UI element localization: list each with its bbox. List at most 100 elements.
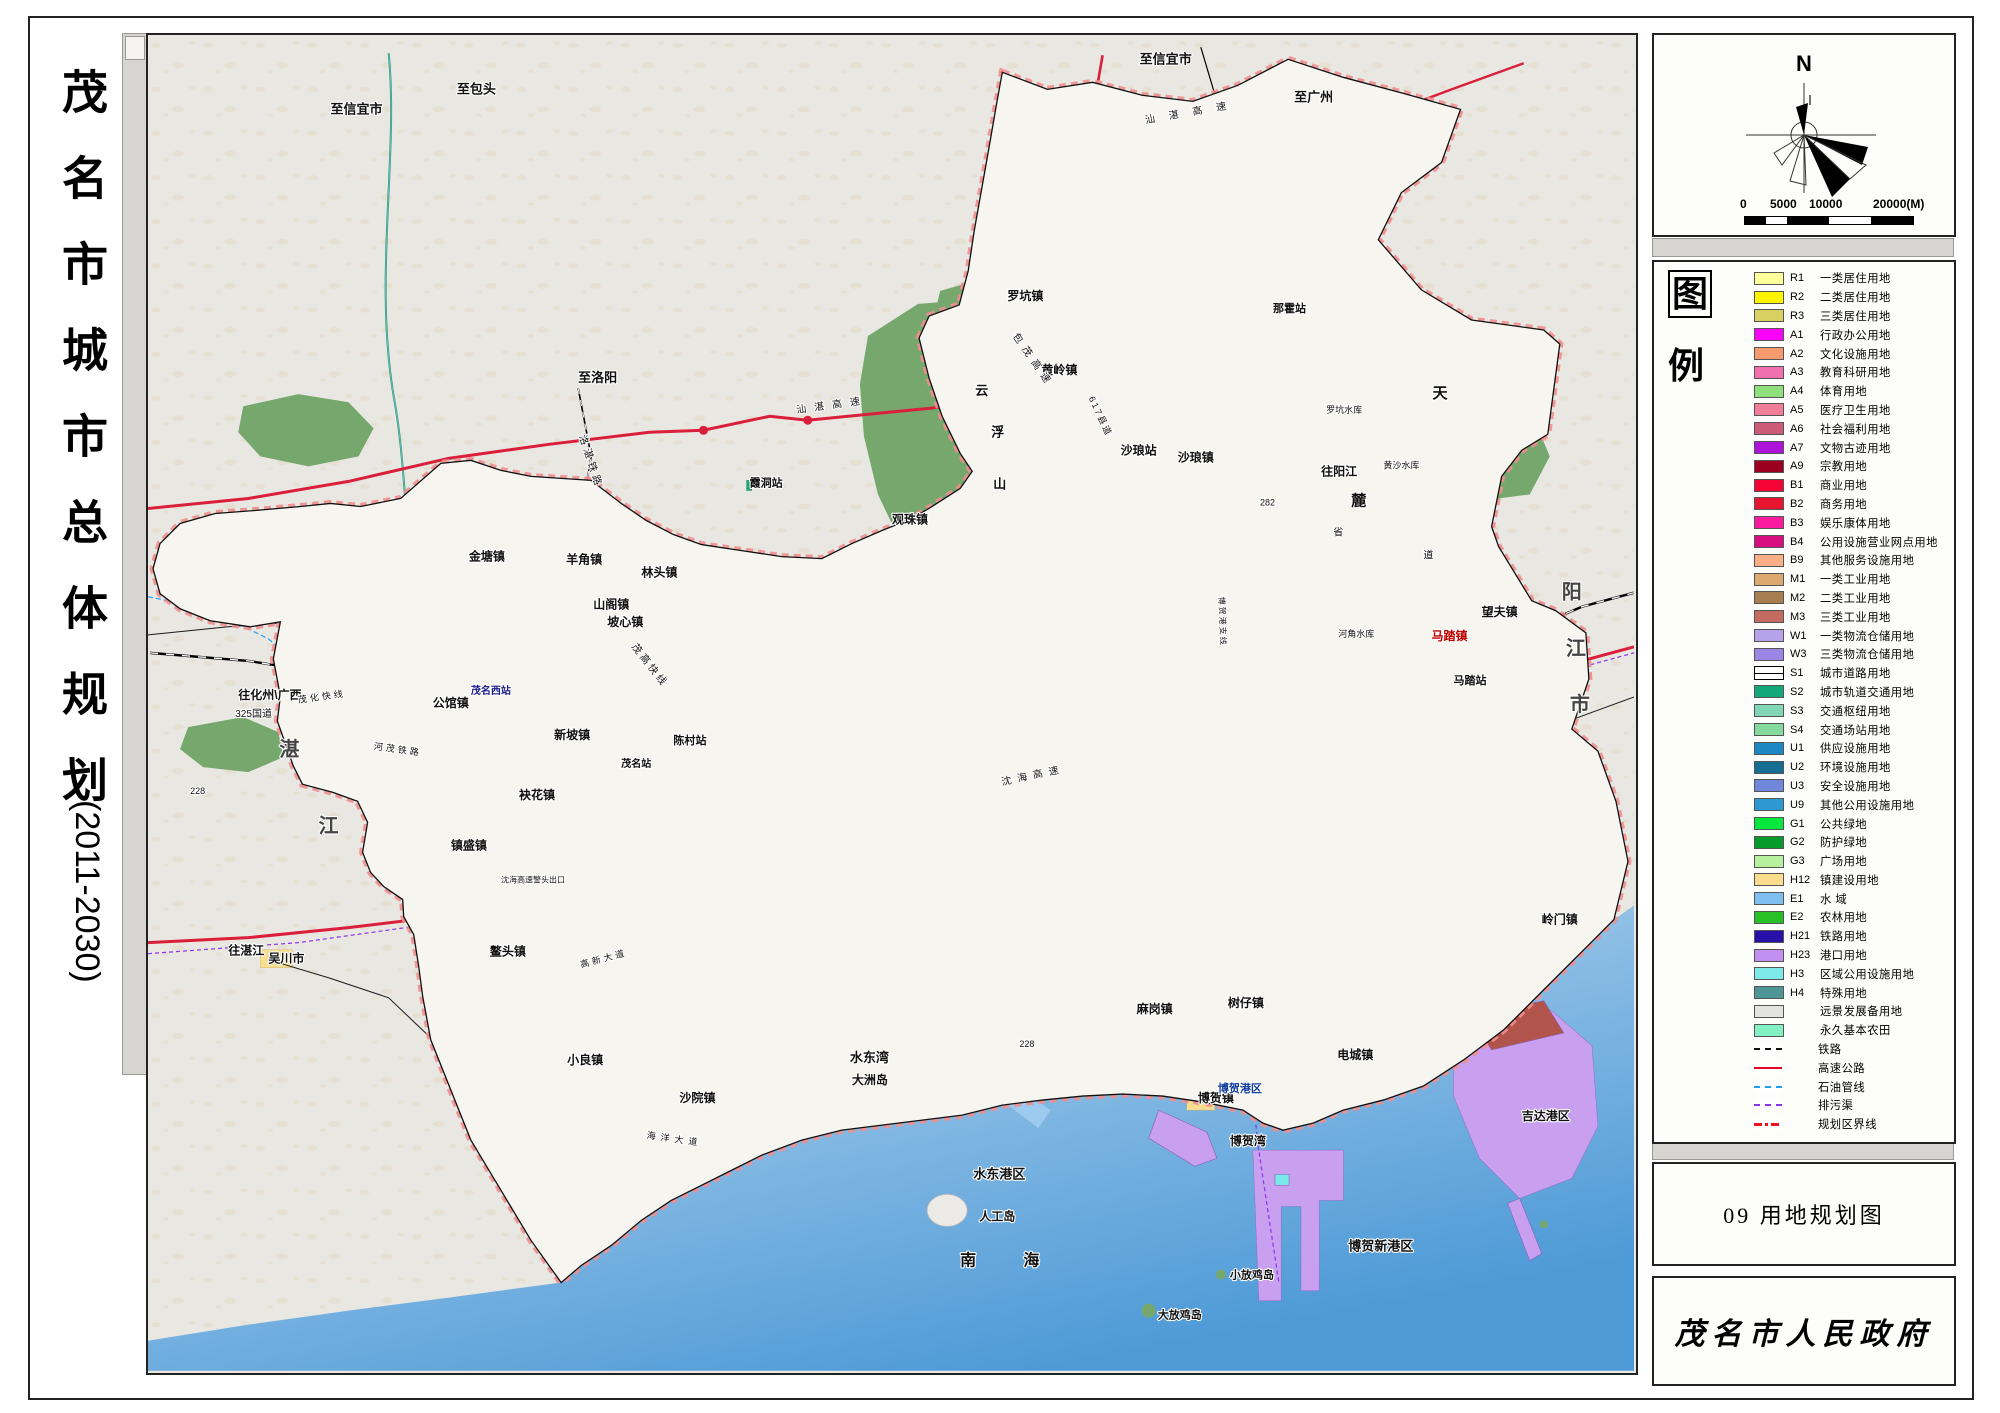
map-label: 沙院镇 — [679, 1090, 715, 1105]
legend-item: U9其他公用设施用地 — [1754, 795, 1950, 814]
map-label: 人工岛 — [979, 1208, 1015, 1223]
legend-label: 公用设施营业网点用地 — [1820, 534, 1938, 550]
legend-code: B9 — [1790, 554, 1820, 566]
legend-code: R2 — [1790, 291, 1820, 303]
legend-item: 永久基本农田 — [1754, 1021, 1950, 1040]
legend-item: U1供应设施用地 — [1754, 739, 1950, 758]
legend-label: 高速公路 — [1818, 1060, 1865, 1076]
map-label: 云 — [975, 383, 988, 398]
legend-item: 规划区界线 — [1754, 1115, 1950, 1134]
legend-label: 社会福利用地 — [1820, 421, 1891, 437]
map-label: 沈海高速警头出口 — [501, 874, 565, 884]
legend-item: U2环境设施用地 — [1754, 758, 1950, 777]
legend-item: H12镇建设用地 — [1754, 871, 1950, 890]
map-label: 小放鸡岛 — [1229, 1268, 1274, 1282]
map-label: 至信宜市 — [330, 101, 382, 116]
legend-label: 文化设施用地 — [1820, 346, 1891, 362]
legend-item: A5医疗卫生用地 — [1754, 401, 1950, 420]
legend-label: 医疗卫生用地 — [1820, 402, 1891, 418]
legend-label: 安全设施用地 — [1820, 778, 1891, 794]
map-label: 陈村站 — [673, 733, 706, 747]
legend-swatch — [1754, 591, 1784, 604]
legend-line-swatch — [1754, 1043, 1782, 1055]
legend-item: B1商业用地 — [1754, 476, 1950, 495]
legend-label: 农林用地 — [1820, 909, 1867, 925]
legend-label: 体育用地 — [1820, 383, 1867, 399]
legend-item: A9宗教用地 — [1754, 457, 1950, 476]
map-number-label: 09 用地规划图 — [1723, 1198, 1885, 1230]
legend-label: 石油管线 — [1818, 1079, 1865, 1095]
map-label: 马踏站 — [1454, 673, 1487, 687]
map-label: 大放鸡岛 — [1158, 1308, 1202, 1322]
legend-item: R3三类居住用地 — [1754, 307, 1950, 326]
legend-swatch — [1754, 685, 1784, 698]
legend-line-swatch — [1754, 1062, 1782, 1074]
legend-label: 交通场站用地 — [1820, 722, 1891, 738]
legend-code: H23 — [1790, 949, 1820, 961]
map-label: 麓 — [1351, 491, 1367, 509]
legend-code: S4 — [1790, 724, 1820, 736]
legend-item: 铁路 — [1754, 1040, 1950, 1059]
legend-label: 供应设施用地 — [1820, 740, 1891, 756]
legend-label: 广场用地 — [1820, 853, 1867, 869]
map-label: 大洲岛 — [852, 1072, 888, 1087]
map-label: 市 — [1570, 692, 1590, 716]
legend-item: M3三类工业用地 — [1754, 607, 1950, 626]
legend-item: R1一类居住用地 — [1754, 269, 1950, 288]
legend-code: A1 — [1790, 329, 1820, 341]
map-label: 麻岗镇 — [1136, 1001, 1173, 1016]
legend-label: 铁路 — [1818, 1041, 1842, 1057]
legend-item: B4公用设施营业网点用地 — [1754, 532, 1950, 551]
map-label: 金塘镇 — [468, 549, 505, 564]
legend-code: M1 — [1790, 573, 1820, 585]
scale-tick: 10000 — [1809, 197, 1842, 211]
legend-code: U9 — [1790, 799, 1820, 811]
map-label: 茂名站 — [620, 757, 651, 770]
legend-line-swatch — [1754, 1081, 1782, 1093]
map-label: 霞洞站 — [750, 475, 783, 489]
map-label: 博贺湾 — [1230, 1133, 1266, 1148]
legend-code: E2 — [1790, 911, 1820, 923]
map-label: 282 — [1260, 497, 1275, 507]
band-thumb — [125, 36, 145, 60]
map-label: 江 — [1566, 637, 1586, 660]
legend-swatch — [1754, 798, 1784, 811]
legend-code: R1 — [1790, 272, 1820, 284]
map-label: 往化州\广西 — [238, 687, 301, 702]
legend-code: A6 — [1790, 423, 1820, 435]
map-label: 至洛阳 — [578, 370, 617, 385]
map-label: 浮 — [991, 424, 1004, 439]
map-label: 河角水库 — [1338, 628, 1374, 639]
map-label: 茂名西站 — [470, 684, 511, 697]
map-label: 江 — [318, 814, 338, 837]
legend-label: 港口用地 — [1820, 947, 1867, 963]
map-label: 往湛江 — [228, 943, 264, 958]
map-label: 那霍站 — [1273, 301, 1306, 315]
legend-label: 交通枢纽用地 — [1820, 703, 1891, 719]
map-label: 罗坑镇 — [1007, 288, 1043, 303]
map-label: 至信宜市 — [1140, 51, 1192, 66]
legend-swatch — [1754, 535, 1784, 548]
legend-code: A5 — [1790, 404, 1820, 416]
legend-item: W1一类物流仓储用地 — [1754, 626, 1950, 645]
legend-label: 二类居住用地 — [1820, 289, 1891, 305]
map-label: 道 — [1423, 549, 1433, 562]
legend-code: A4 — [1790, 385, 1820, 397]
legend-code: G2 — [1790, 836, 1820, 848]
map-label: 博贺新港区 — [1348, 1238, 1413, 1253]
legend-swatch — [1754, 949, 1784, 962]
map-label: 树仔镇 — [1228, 995, 1264, 1010]
scalebar — [1744, 216, 1914, 225]
legend-swatch — [1754, 817, 1784, 830]
legend-title: 图 例 — [1668, 270, 1712, 388]
legend-swatch — [1754, 967, 1784, 980]
legend-code: A2 — [1790, 348, 1820, 360]
map-label: 林头镇 — [641, 565, 677, 580]
legend-swatch — [1754, 328, 1784, 341]
legend-code: M2 — [1790, 592, 1820, 604]
legend-label: 三类物流仓储用地 — [1820, 646, 1914, 662]
map-label: 马踏镇 — [1431, 628, 1467, 643]
map-label: 吴川市 — [268, 951, 304, 966]
map-label: 博贺港支线 — [1217, 596, 1229, 646]
legend-item: H4特殊用地 — [1754, 983, 1950, 1002]
